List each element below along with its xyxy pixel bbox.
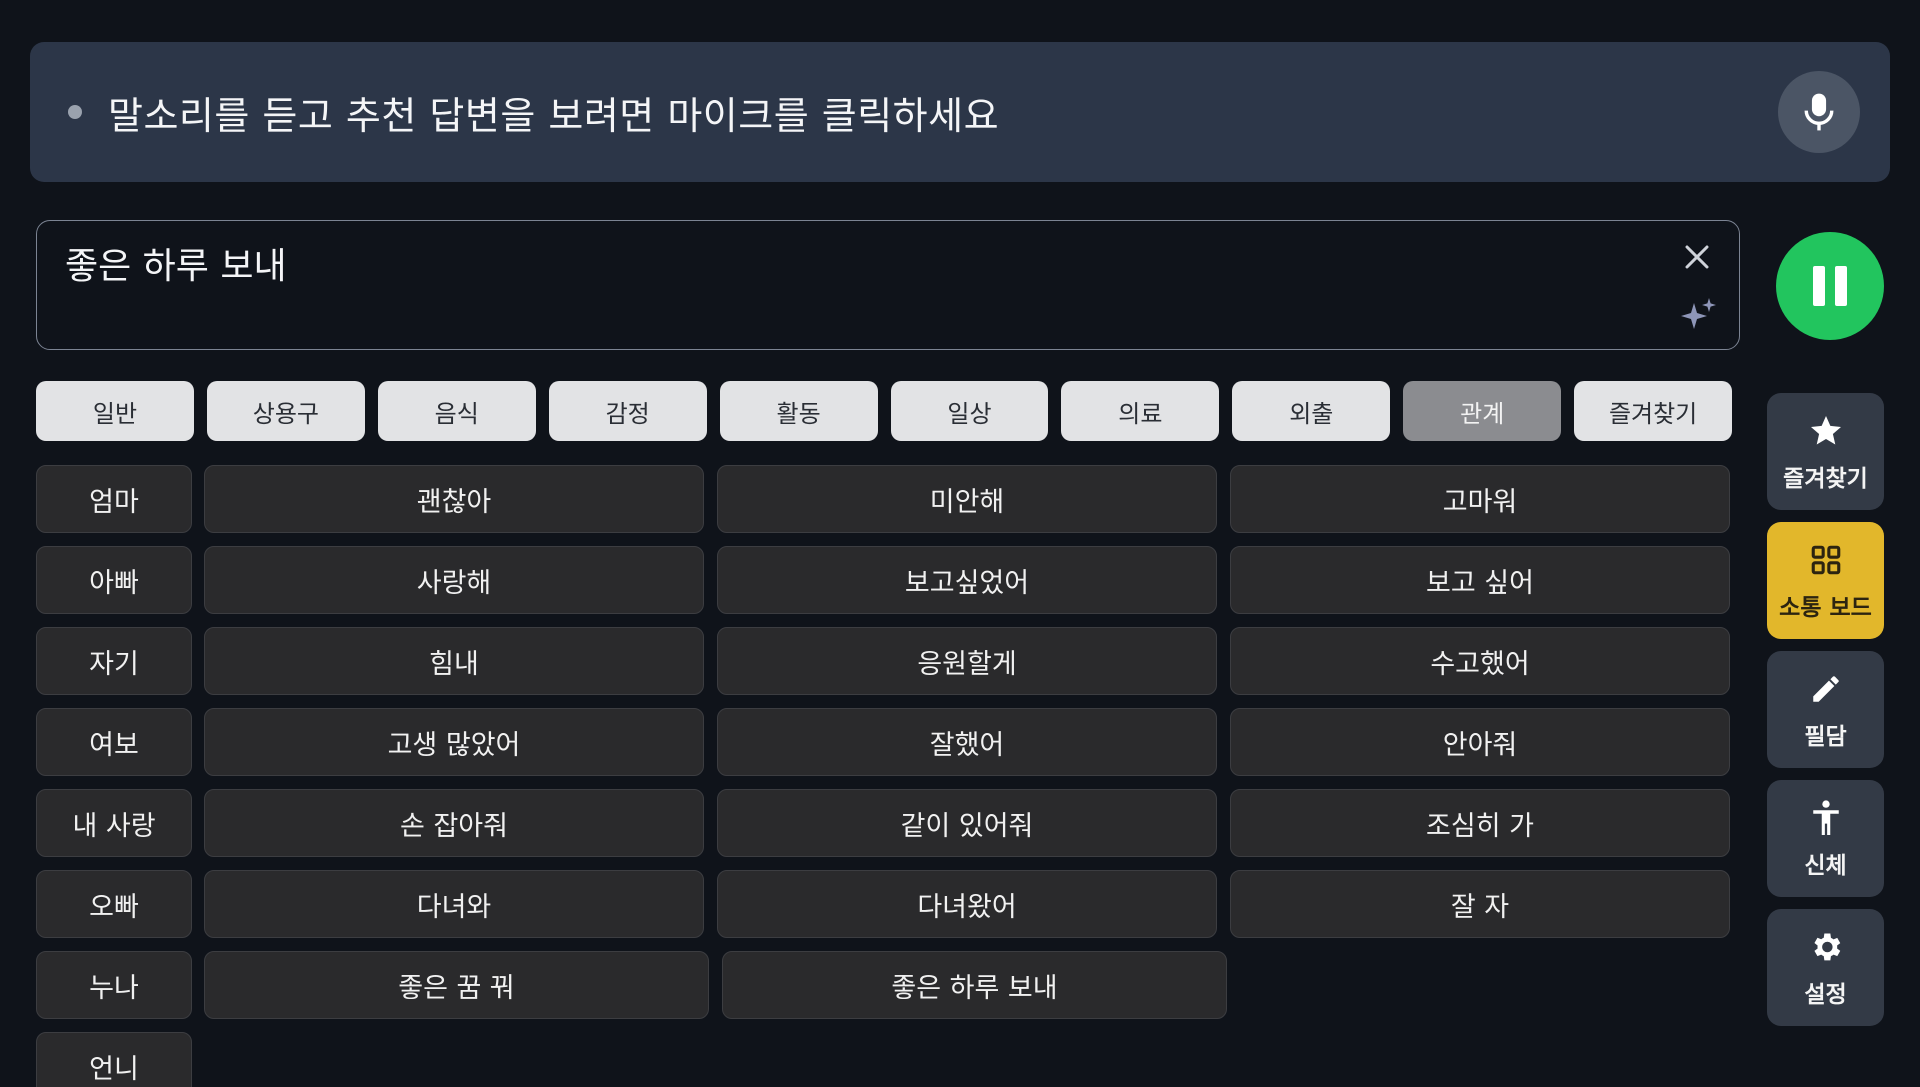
tab-favorites[interactable]: 즐겨찾기 (1574, 381, 1733, 441)
nav-label: 설정 (1804, 981, 1847, 1008)
listening-banner: 말소리를 듣고 추천 답변을 보려면 마이크를 클릭하세요 (30, 42, 1890, 182)
phrase-button[interactable]: 다녀와 (204, 870, 704, 938)
message-input[interactable]: 좋은 하루 보내 (36, 220, 1740, 350)
phrase-button[interactable]: 수고했어 (1230, 627, 1730, 695)
gear-icon (1806, 927, 1846, 967)
phrase-button[interactable]: 보고싶었어 (717, 546, 1217, 614)
phrase-row: 고생 많았어 잘했어 안아줘 (204, 708, 1732, 776)
phrase-button[interactable]: 같이 있어줘 (717, 789, 1217, 857)
phrase-button[interactable]: 좋은 꿈 꿔 (204, 951, 709, 1019)
phrase-button[interactable]: 조심히 가 (1230, 789, 1730, 857)
nav-board-button[interactable]: 소통 보드 (1767, 522, 1884, 639)
phrase-grid: 괜찮아 미안해 고마워 사랑해 보고싶었어 보고 싶어 힘내 응원할게 수고했어… (204, 465, 1732, 1032)
person-button[interactable]: 자기 (36, 627, 192, 695)
body-icon (1806, 798, 1846, 838)
nav-label: 즐겨찾기 (1783, 465, 1868, 492)
phrase-button[interactable]: 잘 자 (1230, 870, 1730, 938)
phrase-row: 힘내 응원할게 수고했어 (204, 627, 1732, 695)
phrase-row: 좋은 꿈 꿔 좋은 하루 보내 (204, 951, 1732, 1019)
phrase-button[interactable]: 잘했어 (717, 708, 1217, 776)
tab-activity[interactable]: 활동 (719, 381, 878, 441)
category-tabs: 일반 상용구 음식 감정 활동 일상 의료 외출 관계 즐겨찾기 (36, 381, 1733, 441)
person-button[interactable]: 누나 (36, 951, 192, 1019)
person-button[interactable]: 오빠 (36, 870, 192, 938)
tab-medical[interactable]: 의료 (1061, 381, 1220, 441)
person-button[interactable]: 언니 (36, 1032, 192, 1087)
person-button[interactable]: 여보 (36, 708, 192, 776)
nav-label: 신체 (1804, 852, 1847, 879)
grid-icon (1806, 540, 1846, 580)
banner-message: 말소리를 듣고 추천 답변을 보려면 마이크를 클릭하세요 (108, 93, 1000, 138)
status-dot (68, 105, 82, 119)
phrase-button[interactable]: 응원할게 (717, 627, 1217, 695)
phrase-button[interactable]: 다녀왔어 (717, 870, 1217, 938)
nav-label: 소통 보드 (1779, 594, 1872, 621)
tab-emotion[interactable]: 감정 (548, 381, 707, 441)
person-list: 엄마 아빠 자기 여보 내 사랑 오빠 누나 언니 (36, 465, 192, 1087)
message-input-text: 좋은 하루 보내 (65, 246, 287, 287)
phrase-row: 괜찮아 미안해 고마워 (204, 465, 1732, 533)
phrase-row: 손 잡아줘 같이 있어줘 조심히 가 (204, 789, 1732, 857)
microphone-button[interactable] (1778, 71, 1860, 153)
nav-settings-button[interactable]: 설정 (1767, 909, 1884, 1026)
pause-button[interactable] (1776, 232, 1884, 340)
person-button[interactable]: 내 사랑 (36, 789, 192, 857)
phrase-row: 사랑해 보고싶었어 보고 싶어 (204, 546, 1732, 614)
nav-favorites-button[interactable]: 즐겨찾기 (1767, 393, 1884, 510)
side-navigation: 즐겨찾기 소통 보드 필담 신체 설정 (1767, 393, 1884, 1038)
tab-daily[interactable]: 일상 (890, 381, 1049, 441)
star-icon (1806, 411, 1846, 451)
sparkle-icon[interactable] (1679, 295, 1719, 335)
phrase-button[interactable]: 괜찮아 (204, 465, 704, 533)
tab-food[interactable]: 음식 (377, 381, 536, 441)
microphone-icon (1804, 93, 1834, 131)
clear-icon[interactable] (1679, 239, 1715, 275)
nav-label: 필담 (1804, 723, 1847, 750)
person-button[interactable]: 아빠 (36, 546, 192, 614)
phrase-button[interactable]: 힘내 (204, 627, 704, 695)
phrase-button[interactable]: 보고 싶어 (1230, 546, 1730, 614)
nav-writing-button[interactable]: 필담 (1767, 651, 1884, 768)
phrase-button[interactable]: 미안해 (717, 465, 1217, 533)
tab-relationship[interactable]: 관계 (1403, 381, 1562, 441)
phrase-row: 다녀와 다녀왔어 잘 자 (204, 870, 1732, 938)
phrase-button[interactable]: 안아줘 (1230, 708, 1730, 776)
app: 말소리를 듣고 추천 답변을 보려면 마이크를 클릭하세요 좋은 하루 보내 일… (0, 0, 1920, 1087)
pencil-icon (1806, 669, 1846, 709)
phrase-button[interactable]: 사랑해 (204, 546, 704, 614)
tab-general[interactable]: 일반 (36, 381, 194, 441)
tab-common-phrases[interactable]: 상용구 (206, 381, 365, 441)
person-button[interactable]: 엄마 (36, 465, 192, 533)
phrase-button[interactable]: 손 잡아줘 (204, 789, 704, 857)
tab-outing[interactable]: 외출 (1232, 381, 1391, 441)
phrase-button[interactable]: 고마워 (1230, 465, 1730, 533)
pause-icon (1813, 266, 1847, 306)
phrase-button[interactable]: 고생 많았어 (204, 708, 704, 776)
phrase-button[interactable]: 좋은 하루 보내 (722, 951, 1227, 1019)
nav-body-button[interactable]: 신체 (1767, 780, 1884, 897)
